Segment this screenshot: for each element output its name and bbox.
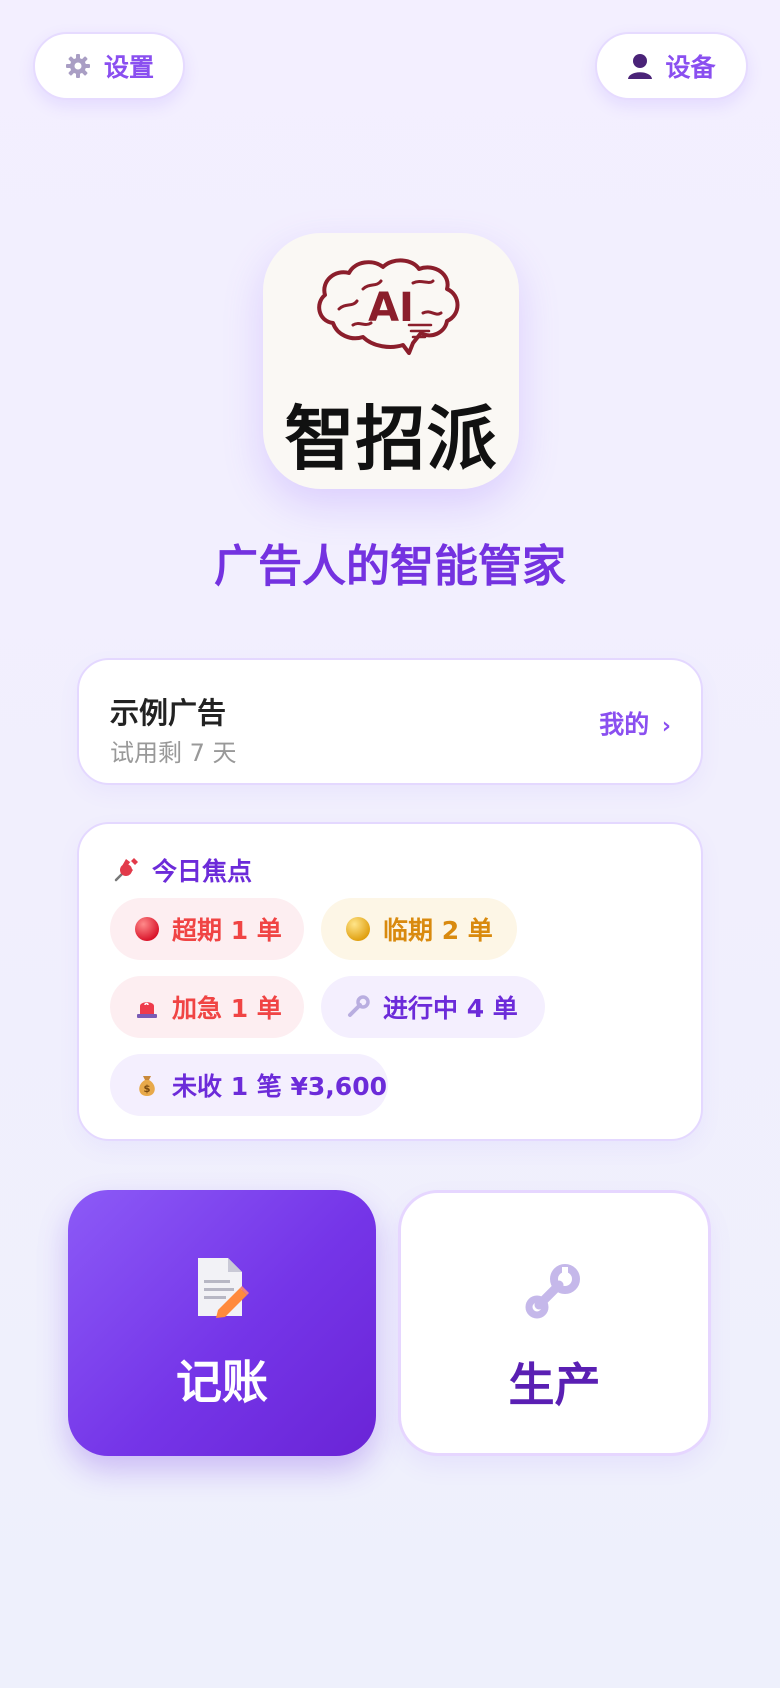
- money-bag-icon: $: [134, 1072, 160, 1098]
- chip-overdue-label: 超期 1 单: [172, 916, 282, 945]
- mine-link[interactable]: 我的 ›: [599, 705, 671, 741]
- brand-name: 智招派: [284, 398, 498, 480]
- memo-icon: [68, 1256, 376, 1318]
- gear-icon: [64, 52, 92, 80]
- mine-label: 我的: [599, 710, 650, 739]
- chip-in-progress[interactable]: 进行中 4 单: [321, 976, 545, 1038]
- red-circle-icon: [134, 916, 160, 942]
- account-card[interactable]: 示例广告 试用剩 7 天 我的 ›: [77, 658, 703, 785]
- chevron-right-icon: ›: [661, 714, 671, 739]
- user-icon: [627, 52, 653, 80]
- ai-badge-text: AI: [368, 285, 414, 331]
- today-focus-card: 今日焦点 超期 1 单 临期 2 单 加急 1 单 进行中 4 单 $ 未收 1…: [77, 822, 703, 1141]
- settings-label: 设置: [103, 53, 154, 82]
- chip-unpaid[interactable]: $ 未收 1 笔 ¥3,600: [110, 1054, 388, 1116]
- chip-unpaid-label: 未收 1 笔 ¥3,600: [172, 1072, 387, 1101]
- device-button[interactable]: 设备: [595, 32, 748, 100]
- trial-remaining: 试用剩 7 天: [110, 739, 237, 767]
- bookkeeping-label: 记账: [176, 1355, 268, 1409]
- chip-urgent[interactable]: 加急 1 单: [110, 976, 304, 1038]
- app-logo: AI 智招派: [263, 233, 519, 489]
- settings-button[interactable]: 设置: [33, 32, 185, 100]
- chip-urgent-label: 加急 1 单: [172, 994, 282, 1023]
- production-label: 生产: [508, 1358, 601, 1412]
- yellow-circle-icon: [345, 916, 371, 942]
- chip-progress-label: 进行中 4 单: [383, 994, 518, 1023]
- svg-text:$: $: [144, 1084, 151, 1095]
- chip-overdue[interactable]: 超期 1 单: [110, 898, 304, 960]
- account-name: 示例广告: [110, 696, 227, 730]
- focus-title: 今日焦点: [112, 852, 252, 888]
- chip-due-label: 临期 2 单: [383, 916, 493, 945]
- bookkeeping-tile[interactable]: 记账: [68, 1190, 376, 1456]
- pushpin-icon: [112, 856, 140, 884]
- siren-icon: [134, 994, 160, 1020]
- production-tile[interactable]: 生产: [398, 1190, 711, 1456]
- tagline: 广告人的智能管家: [214, 541, 566, 592]
- device-label: 设备: [665, 53, 716, 82]
- chip-due-soon[interactable]: 临期 2 单: [321, 898, 517, 960]
- focus-title-label: 今日焦点: [152, 857, 253, 886]
- wrench-icon: [401, 1259, 708, 1319]
- wrench-icon: [345, 994, 371, 1020]
